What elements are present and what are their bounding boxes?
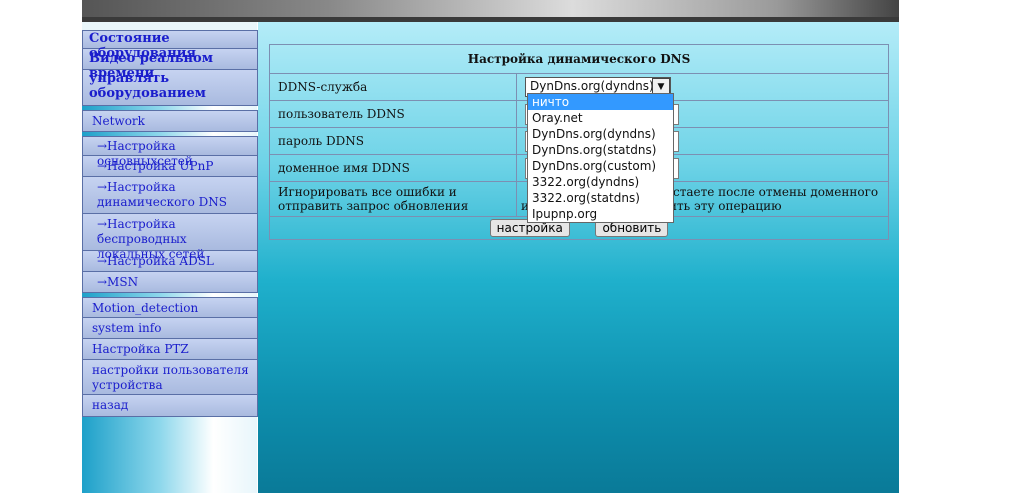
dropdown-option[interactable]: Ipupnp.org (528, 206, 673, 222)
sidebar-menu: Состояние оборудования Видео реальном вр… (82, 30, 258, 417)
menu-item-sysinfo[interactable]: system info (82, 318, 258, 339)
menu-item-network-label: Network (92, 114, 145, 128)
menu-item-motion-label: Motion_detection (92, 301, 199, 315)
service-label: DDNS-служба (269, 73, 517, 101)
password-label: пароль DDNS (269, 127, 517, 155)
top-banner (82, 0, 899, 22)
menu-item-adsl[interactable]: →Настройка ADSL (82, 251, 258, 272)
service-dropdown-list: ничто Oray.net DynDns.org(dyndns) DynDns.or… (527, 93, 674, 223)
menu-item-upnp-label: →Настройка UPnP (97, 159, 214, 173)
menu-item-ptz[interactable]: Настройка PTZ (82, 339, 258, 360)
menu-item-msn-label: →MSN (97, 275, 139, 289)
menu-item-users-label: настройки пользователя устройства (92, 363, 249, 392)
sidebar-gap (82, 22, 257, 30)
menu-item-back-label: назад (92, 398, 129, 412)
dropdown-option[interactable]: DynDns.org(dyndns) (528, 126, 673, 142)
menu-item-users[interactable]: настройки пользователя устройства (82, 360, 258, 395)
menu-item-upnp[interactable]: →Настройка UPnP (82, 156, 258, 177)
menu-item-msn[interactable]: →MSN (82, 272, 258, 293)
menu-item-manage[interactable]: управлять оборудованием (82, 70, 258, 106)
menu-item-video[interactable]: Видео реальном времени (82, 49, 258, 81)
dropdown-option[interactable]: 3322.org(dyndns) (528, 174, 673, 190)
service-select-value: DynDns.org(dyndns) (530, 79, 654, 93)
dropdown-option[interactable]: 3322.org(statdns) (528, 190, 673, 206)
menu-item-motion[interactable]: Motion_detection (82, 297, 258, 318)
menu-item-ptz-label: Настройка PTZ (92, 342, 189, 356)
domain-label: доменное имя DDNS (269, 154, 517, 182)
menu-item-wireless[interactable]: →Настройка беспроводных локальных сетей (82, 214, 258, 261)
menu-item-adsl-label: →Настройка ADSL (97, 254, 214, 268)
menu-item-sysinfo-label: system info (92, 321, 162, 335)
dropdown-option[interactable]: DynDns.org(statdns) (528, 142, 673, 158)
menu-item-basic-net[interactable]: →Настройка основныхсетей (82, 136, 258, 168)
menu-item-ddns[interactable]: →Настройка динамического DNS (82, 177, 258, 214)
form-title: Настройка динамического DNS (269, 44, 889, 74)
menu-item-status[interactable]: Состояние оборудования (82, 30, 258, 61)
menu-item-ddns-label: →Настройка динамического DNS (97, 180, 228, 209)
menu-item-back[interactable]: назад (82, 395, 258, 417)
dropdown-option[interactable]: DynDns.org(custom) (528, 158, 673, 174)
dropdown-option[interactable]: ничто (528, 94, 673, 110)
dropdown-option[interactable]: Oray.net (528, 110, 673, 126)
user-label: пользователь DDNS (269, 100, 517, 128)
menu-item-manage-label: управлять оборудованием (89, 71, 206, 101)
ignore-label: Игнорировать все ошибки и отправить запр… (269, 181, 517, 217)
menu-item-network[interactable]: Network (82, 110, 258, 132)
